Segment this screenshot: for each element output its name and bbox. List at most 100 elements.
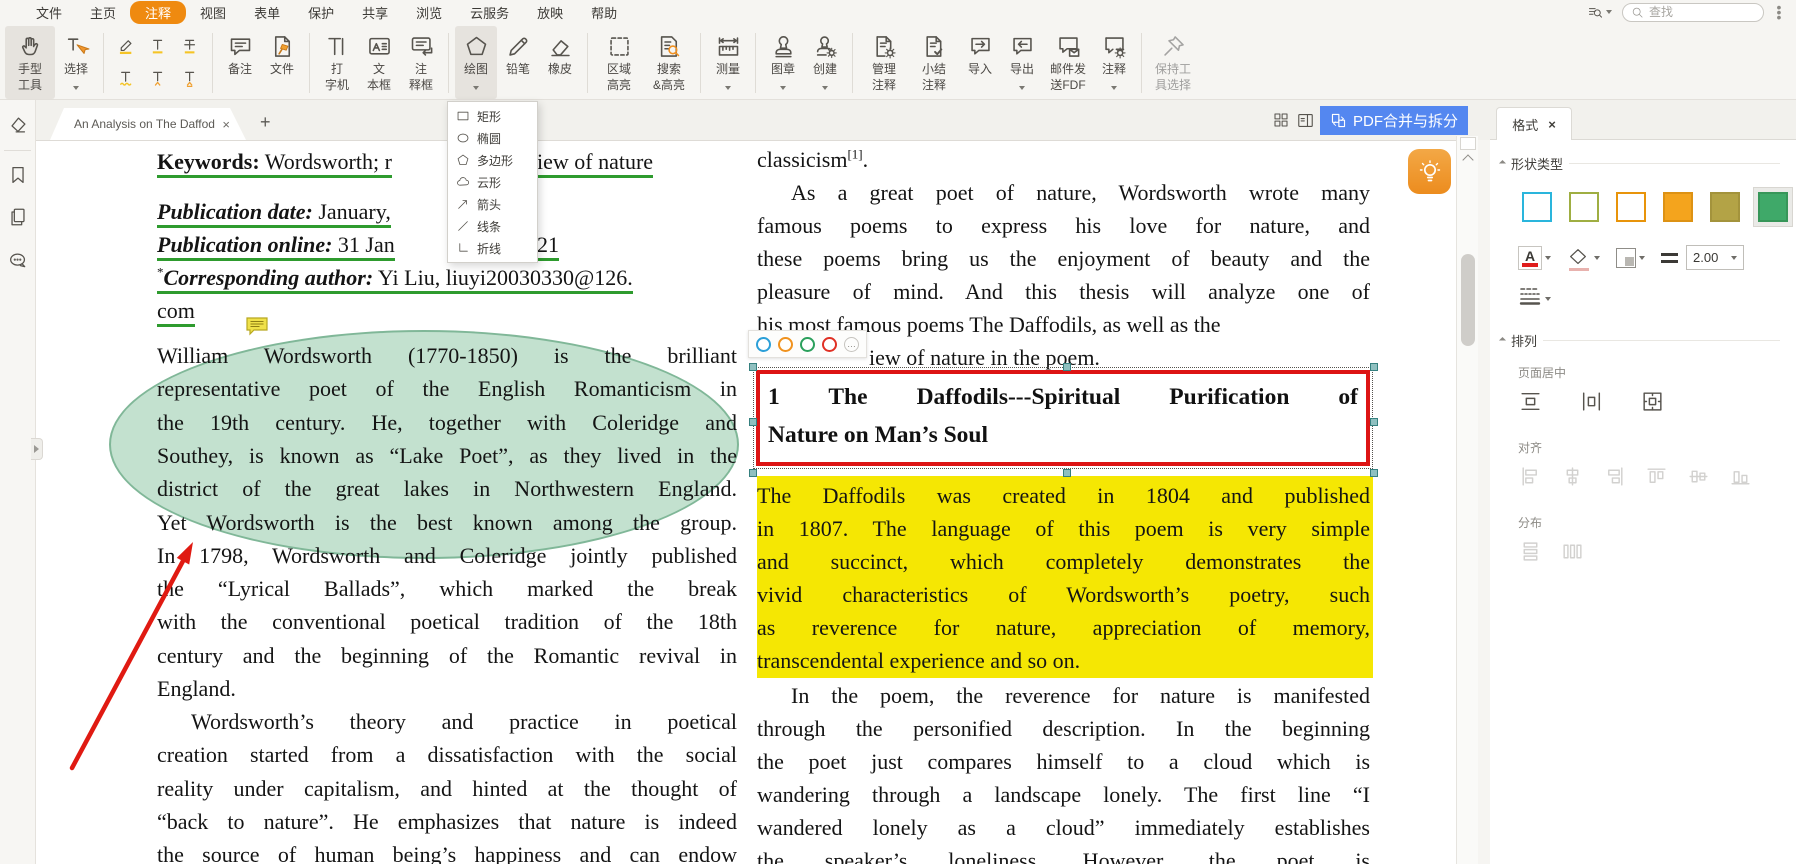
select-cursor-button[interactable]: 选择 (55, 26, 97, 99)
shape-swatch-3[interactable] (1612, 188, 1650, 226)
menu-item-视图[interactable]: 视图 (186, 1, 240, 24)
menu-item-放映[interactable]: 放映 (523, 1, 577, 24)
manage-comments-button[interactable]: 管理注释 (859, 26, 909, 99)
bookmark-icon[interactable] (7, 164, 29, 186)
import-comments-button[interactable]: 导入 (959, 26, 1001, 99)
shape-swatch-4[interactable] (1659, 188, 1697, 226)
menu-item-文件[interactable]: 文件 (22, 1, 76, 24)
menu-item-浏览[interactable]: 浏览 (402, 1, 456, 24)
menu-item-共享[interactable]: 共享 (348, 1, 402, 24)
menu-item-注释[interactable]: 注释 (130, 1, 186, 24)
callout-box-button[interactable]: 注释框 (400, 26, 442, 99)
tab-close-icon[interactable]: × (222, 117, 230, 132)
stamp-button[interactable]: 图章 (762, 26, 804, 99)
search-highlight-button[interactable]: 搜索&高亮 (644, 26, 694, 99)
color-swatch-ring[interactable] (756, 337, 771, 352)
selected-heading-box[interactable]: 1 The Daffodils---Spiritual Purification… (756, 370, 1370, 466)
menu-item-保护[interactable]: 保护 (294, 1, 348, 24)
pdf-merge-split-button[interactable]: PDF合并与拆分 (1320, 106, 1468, 135)
center-both-button[interactable] (1640, 389, 1665, 419)
stamp-create-button[interactable]: 创建 (804, 26, 846, 99)
pages-icon[interactable] (7, 206, 29, 228)
shape-swatch-1[interactable] (1518, 188, 1556, 226)
comments-icon[interactable] (7, 250, 29, 272)
pentagon-draw-button[interactable]: 绘图 (455, 26, 497, 99)
selection-handle[interactable] (1063, 363, 1071, 371)
typewriter-button[interactable]: 打字机 (316, 26, 358, 99)
measure-ruler-button[interactable]: 测量 (707, 26, 749, 99)
file-attach-button[interactable]: 文件 (261, 26, 303, 99)
shape-swatch-5[interactable] (1706, 188, 1744, 226)
scrollbar-thumb[interactable] (1461, 254, 1475, 346)
pencil-button[interactable]: 铅笔 (497, 26, 539, 99)
selection-handle[interactable] (1370, 363, 1378, 371)
menu-item-多边形[interactable]: 多边形 (448, 149, 537, 171)
shape-swatch-6[interactable] (1753, 187, 1793, 227)
selection-handle[interactable] (749, 469, 757, 477)
grid-view-icon[interactable] (1272, 111, 1290, 134)
summary-comments-button[interactable]: 小结注释 (909, 26, 959, 99)
selection-handle[interactable] (749, 418, 757, 426)
fill-color-button[interactable] (1567, 246, 1600, 270)
menu-item-折线[interactable]: 折线 (448, 237, 537, 259)
new-tab-button[interactable]: + (260, 112, 271, 133)
format-close-icon[interactable]: × (1548, 117, 1556, 132)
note-bubble-button[interactable]: 备注 (219, 26, 261, 99)
menu-item-云服务[interactable]: 云服务 (456, 1, 523, 24)
format-tab[interactable]: 格式 × (1496, 107, 1572, 140)
tips-lightbulb-button[interactable] (1408, 149, 1451, 194)
more-colors-button[interactable]: … (844, 337, 859, 352)
red-arrow-annotation[interactable] (56, 532, 216, 782)
font-color-button[interactable]: A (1518, 246, 1551, 270)
selection-handle[interactable] (1063, 469, 1071, 477)
squiggly-text-button[interactable] (112, 64, 140, 92)
find-options-button[interactable] (1587, 4, 1612, 21)
menu-item-箭头[interactable]: 箭头 (448, 193, 537, 215)
stroke-width-select[interactable]: 2.00 (1686, 245, 1744, 270)
menu-item-椭圆[interactable]: 椭圆 (448, 127, 537, 149)
menu-item-表单[interactable]: 表单 (240, 1, 294, 24)
menu-item-云形[interactable]: 云形 (448, 171, 537, 193)
eraser-button[interactable]: 橡皮 (539, 26, 581, 99)
export-comments-button[interactable]: 导出 (1001, 26, 1043, 99)
search-input[interactable] (1649, 5, 1749, 19)
mail-fdf-button[interactable]: 邮件发送FDF (1043, 26, 1093, 99)
selection-handle[interactable] (749, 363, 757, 371)
shape-swatch-2[interactable] (1565, 188, 1603, 226)
opacity-button[interactable] (1616, 248, 1645, 268)
hand-tool-button[interactable]: 手型工具 (5, 26, 55, 99)
arrange-section-header[interactable]: 排列 (1500, 331, 1780, 350)
search-box[interactable] (1622, 3, 1764, 22)
more-options-icon[interactable]: ••• (1774, 5, 1784, 20)
caret-replace-button[interactable] (176, 64, 204, 92)
line-style-button[interactable] (1518, 286, 1551, 311)
selection-handle[interactable] (1370, 469, 1378, 477)
center-v-button[interactable] (1579, 389, 1604, 419)
annotation-color-toolbar[interactable]: … (748, 330, 867, 358)
document-tab[interactable]: An Analysis on The Daffod... × (50, 108, 246, 140)
comment-settings-button[interactable]: 注释 (1093, 26, 1135, 99)
textbox-button[interactable]: 文本框 (358, 26, 400, 99)
highlight-pen-button[interactable] (112, 32, 140, 60)
document-page[interactable]: Keywords: Wordsworth; riew of naturePubl… (36, 140, 1456, 864)
caret-insert-button[interactable] (144, 64, 172, 92)
menu-item-帮助[interactable]: 帮助 (577, 1, 631, 24)
strikeout-text-button[interactable] (176, 32, 204, 60)
side-panel-icon[interactable] (1296, 111, 1315, 135)
color-swatch-ring[interactable] (800, 337, 815, 352)
selection-handle[interactable] (1370, 418, 1378, 426)
scroll-up-icon[interactable] (1462, 154, 1473, 165)
menu-item-主页[interactable]: 主页 (76, 1, 130, 24)
menu-item-矩形[interactable]: 矩形 (448, 105, 537, 127)
wipe-annotation-icon[interactable] (7, 114, 29, 136)
color-swatch-ring[interactable] (822, 337, 837, 352)
area-highlight-button[interactable]: 区域高亮 (594, 26, 644, 99)
center-h-button[interactable] (1518, 389, 1543, 419)
color-swatch-ring[interactable] (778, 337, 793, 352)
shape-type-section-header[interactable]: 形状类型 (1500, 154, 1780, 173)
underline-text-button[interactable] (144, 32, 172, 60)
vertical-scrollbar[interactable] (1456, 136, 1478, 864)
sticky-note-icon[interactable] (245, 316, 269, 341)
sidebar-expand-handle[interactable] (31, 438, 43, 460)
menu-item-线条[interactable]: 线条 (448, 215, 537, 237)
